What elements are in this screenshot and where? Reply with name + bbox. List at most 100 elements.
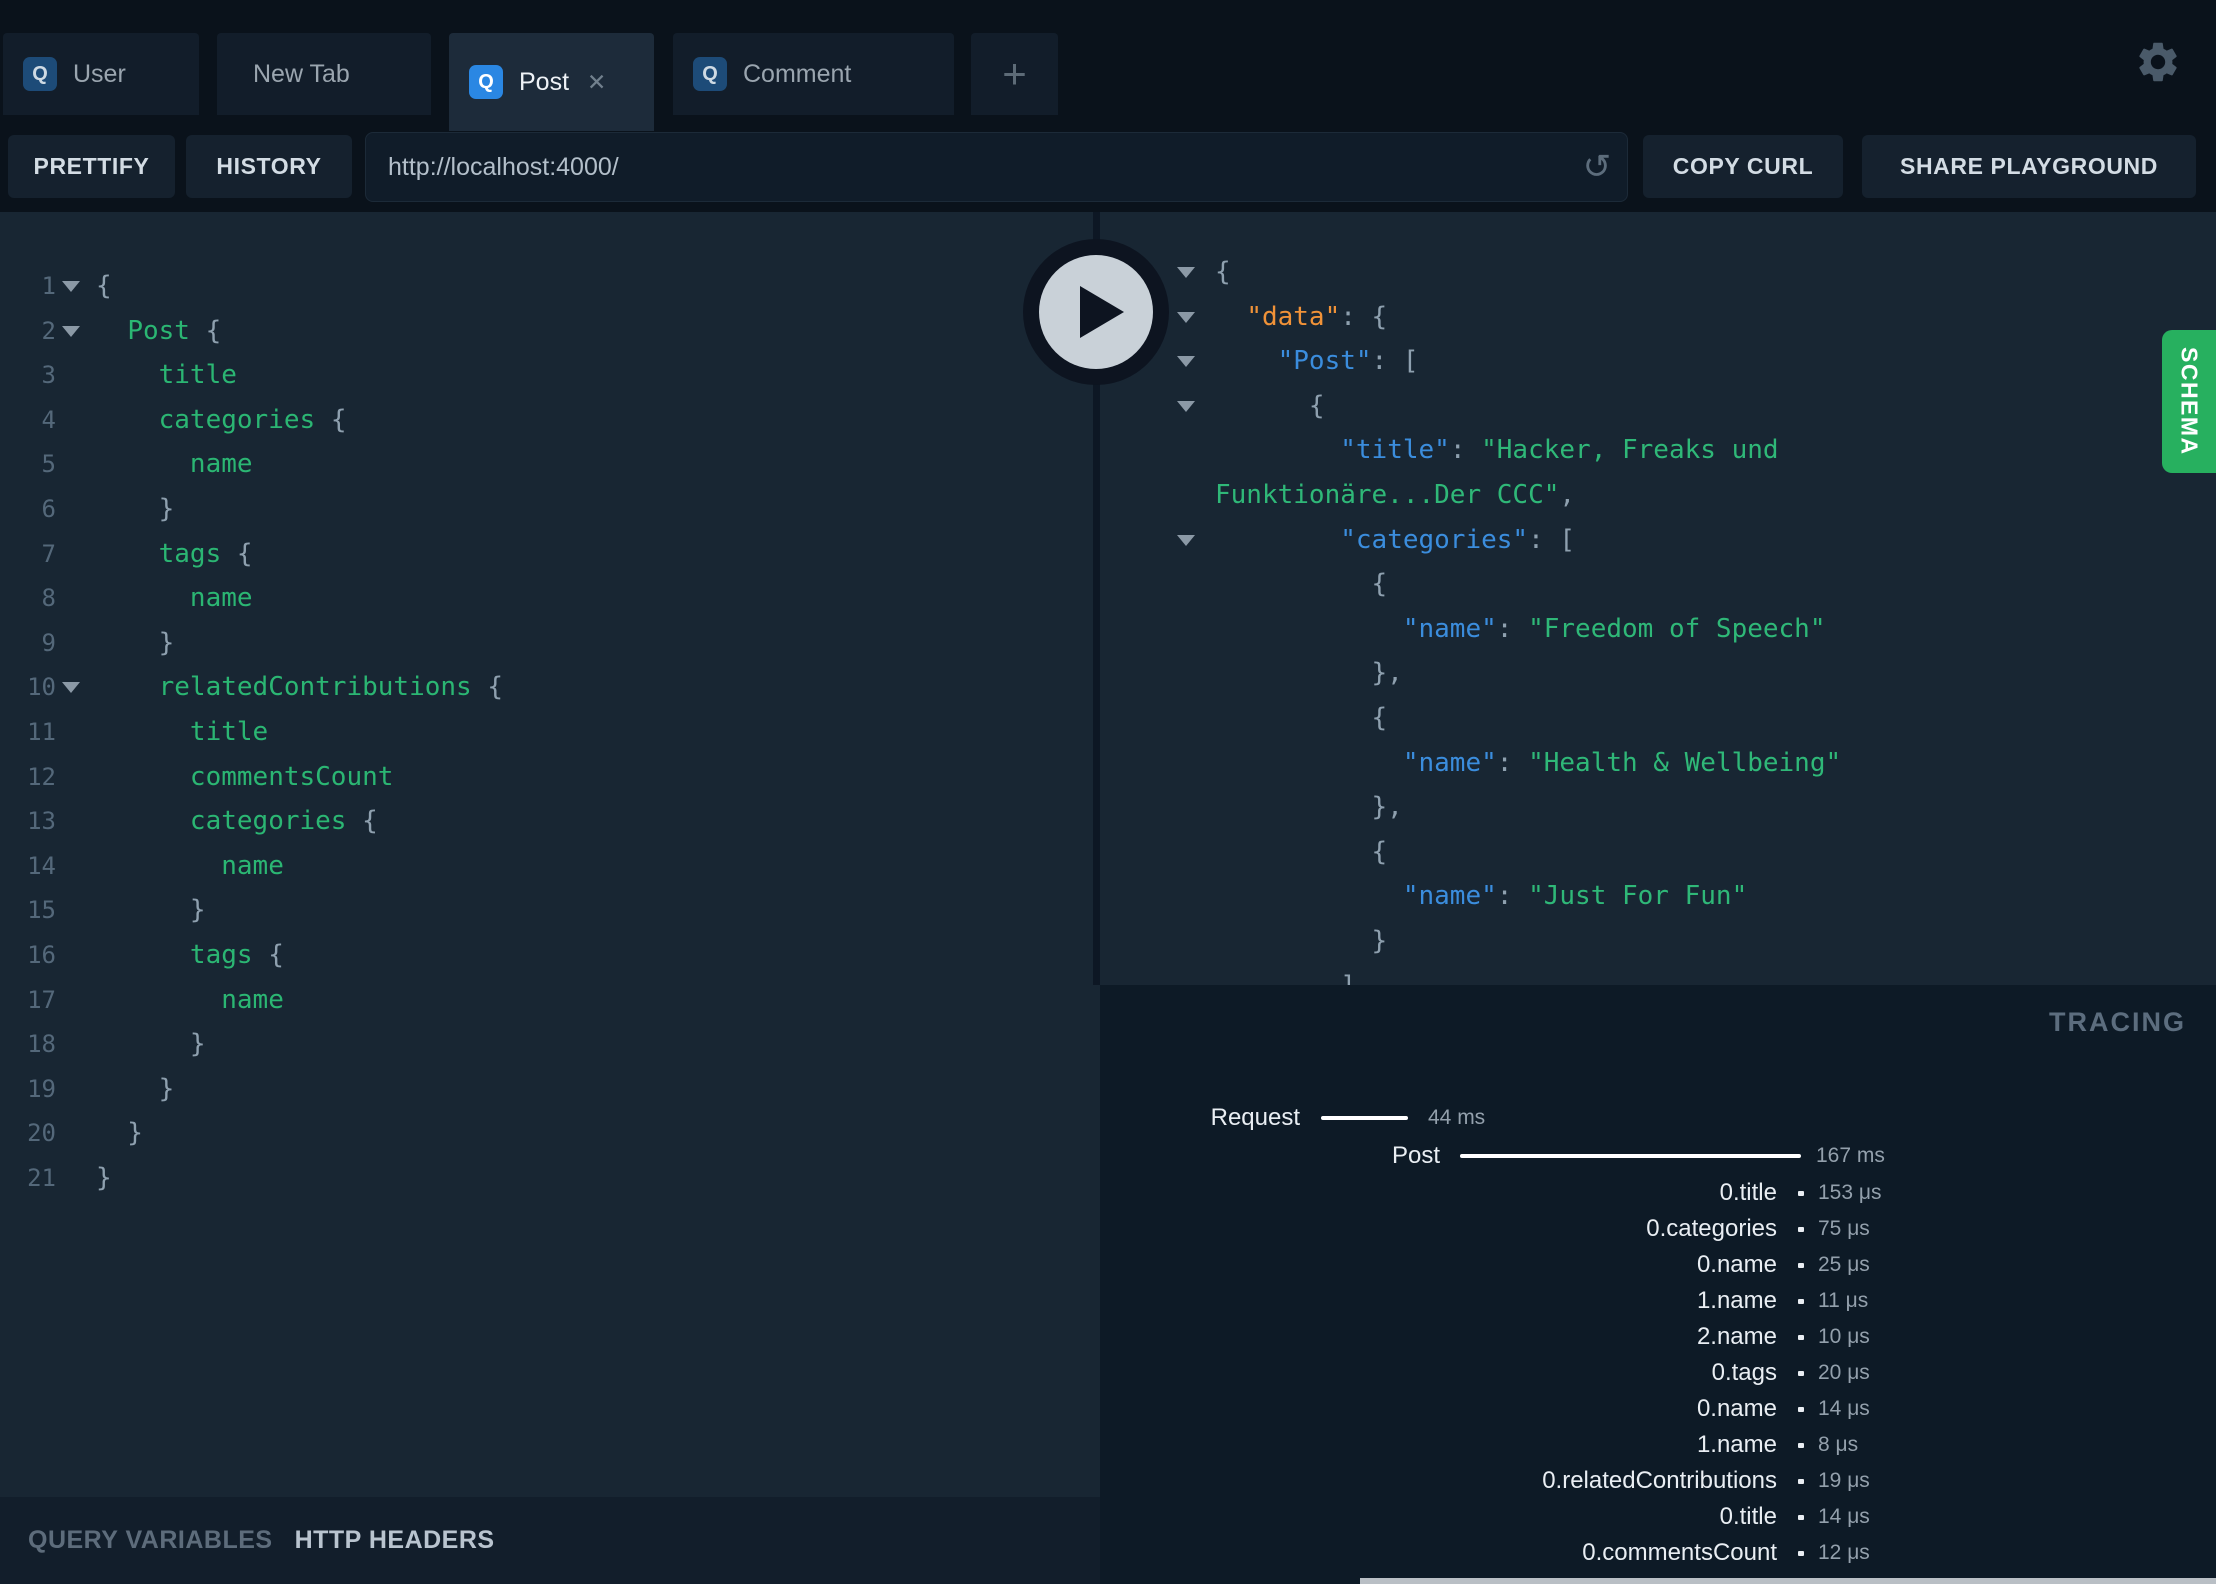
schema-side-tab[interactable]: SCHEMA xyxy=(2162,330,2216,473)
code-text: title xyxy=(189,716,269,747)
tracing-tick xyxy=(1798,1263,1804,1268)
response-line: Funktionäre...Der CCC", xyxy=(1100,473,2216,518)
line-number: 13 xyxy=(27,807,56,836)
variables-bar: QUERY VARIABLES HTTP HEADERS xyxy=(0,1497,1100,1584)
editor-line[interactable]: 16 tags { xyxy=(0,933,1100,978)
tracing-row-label: 1.name xyxy=(1696,1287,1777,1314)
fold-arrow-icon[interactable] xyxy=(1177,534,1195,546)
code-text: "title": "Hacker, Freaks und xyxy=(1340,435,1779,466)
history-button[interactable]: HISTORY xyxy=(186,135,352,198)
tracing-row-duration: 14 μs xyxy=(1818,1397,1870,1420)
tab-user[interactable]: Q User xyxy=(3,33,199,115)
tracing-scrollbar[interactable] xyxy=(1360,1578,2216,1584)
prettify-button[interactable]: PRETTIFY xyxy=(8,135,175,198)
code-text: Post { xyxy=(127,315,222,346)
line-number: 5 xyxy=(41,450,56,479)
editor-line[interactable]: 7 tags { xyxy=(0,532,1100,577)
tracing-row: 2.name 10 μs xyxy=(1100,1319,2216,1355)
http-headers-tab[interactable]: HTTP HEADERS xyxy=(295,1526,495,1555)
line-number: 6 xyxy=(41,494,56,523)
fold-arrow-icon[interactable] xyxy=(1177,311,1195,323)
code-text: name xyxy=(221,850,284,881)
editor-line[interactable]: 6 } xyxy=(0,487,1100,532)
editor-line[interactable]: 9 } xyxy=(0,621,1100,666)
line-number: 10 xyxy=(27,673,56,702)
editor-line[interactable]: 3 title xyxy=(0,353,1100,398)
code-text: } xyxy=(96,1073,175,1104)
tracing-row: Request 44 ms xyxy=(1100,1100,2216,1136)
tracing-panel: TRACING Request 44 ms Post 167 ms 0.title 153… xyxy=(1100,985,2216,1584)
tracing-duration-bar xyxy=(1460,1154,1801,1158)
new-tab-button[interactable]: + xyxy=(971,33,1058,115)
close-tab-icon[interactable]: ✕ xyxy=(587,69,606,96)
editor-line[interactable]: 11 title xyxy=(0,710,1100,755)
editor-line[interactable]: 2 Post { xyxy=(0,309,1100,354)
reload-schema-icon[interactable]: ↺ xyxy=(1567,147,1627,187)
line-number: 20 xyxy=(27,1119,56,1148)
line-number: 19 xyxy=(27,1074,56,1103)
fold-arrow-icon[interactable] xyxy=(1177,356,1195,368)
response-line: { xyxy=(1100,384,2216,429)
fold-arrow-icon[interactable] xyxy=(62,325,80,337)
tracing-row-label: 1.name xyxy=(1696,1431,1777,1458)
endpoint-url-input[interactable] xyxy=(366,152,1567,182)
tracing-row: 0.commentsCount 12 μs xyxy=(1100,1535,2216,1571)
editor-line[interactable]: 19 } xyxy=(0,1067,1100,1112)
play-icon xyxy=(1039,255,1153,369)
tracing-row: 1.name 8 μs xyxy=(1100,1427,2216,1463)
editor-line[interactable]: 13 categories { xyxy=(0,799,1100,844)
code-text: name xyxy=(189,449,253,480)
fold-arrow-icon[interactable] xyxy=(1177,400,1195,412)
tracing-duration-bar xyxy=(1321,1116,1408,1120)
editor-line[interactable]: 21} xyxy=(0,1156,1100,1201)
response-line: "name": "Health & Wellbeing" xyxy=(1100,741,2216,786)
code-text: commentsCount xyxy=(189,761,394,792)
tracing-row: 1.name 11 μs xyxy=(1100,1283,2216,1319)
editor-line[interactable]: 5 name xyxy=(0,442,1100,487)
query-variables-tab[interactable]: QUERY VARIABLES xyxy=(28,1526,273,1555)
line-number: 4 xyxy=(41,405,56,434)
tab-new-tab[interactable]: New Tab xyxy=(217,33,431,115)
tab-comment[interactable]: Q Comment xyxy=(673,33,954,115)
tracing-row-duration: 167 ms xyxy=(1816,1144,1885,1167)
tab-post[interactable]: Q Post ✕ xyxy=(449,33,654,131)
copy-curl-button[interactable]: COPY CURL xyxy=(1643,135,1843,198)
tracing-row: 0.title 14 μs xyxy=(1100,1499,2216,1535)
tracing-row: 0.name 25 μs xyxy=(1100,1247,2216,1283)
query-editor-pane[interactable]: 1{2 Post {3 title 4 categories {5 name 6 }… xyxy=(0,212,1100,1497)
fold-arrow-icon[interactable] xyxy=(62,682,80,694)
tracing-row-duration: 10 μs xyxy=(1818,1325,1870,1348)
editor-line[interactable]: 20 } xyxy=(0,1111,1100,1156)
editor-line[interactable]: 1{ xyxy=(0,264,1100,309)
line-number: 14 xyxy=(27,851,56,880)
tracing-row: 0.title 153 μs xyxy=(1100,1175,2216,1211)
toolbar: PRETTIFY HISTORY ↺ COPY CURL SHARE PLAYG… xyxy=(0,131,2216,212)
editor-line[interactable]: 17 name xyxy=(0,978,1100,1023)
execute-query-button[interactable] xyxy=(1023,239,1169,385)
response-line: "name": "Freedom of Speech" xyxy=(1100,607,2216,652)
response-pane: { "data": { "Post": [ { "title": "Hacker… xyxy=(1100,212,2216,985)
code-text: tags { xyxy=(189,939,284,970)
tracing-tick xyxy=(1798,1299,1804,1304)
share-playground-button[interactable]: SHARE PLAYGROUND xyxy=(1862,135,2196,198)
gear-icon[interactable] xyxy=(2134,38,2182,86)
editor-line[interactable]: 12 commentsCount xyxy=(0,755,1100,800)
fold-arrow-icon[interactable] xyxy=(1177,267,1195,278)
response-line: "data": { xyxy=(1100,295,2216,340)
fold-arrow-icon[interactable] xyxy=(62,281,80,292)
code-text: }, xyxy=(1215,792,1403,823)
response-line: "name": "Just For Fun" xyxy=(1100,874,2216,919)
tab-label: User xyxy=(73,59,126,88)
code-text: } xyxy=(96,1118,143,1149)
editor-line[interactable]: 4 categories { xyxy=(0,398,1100,443)
response-line: { xyxy=(1100,250,2216,295)
tracing-tick xyxy=(1798,1407,1804,1412)
editor-line[interactable]: 15 } xyxy=(0,888,1100,933)
editor-line[interactable]: 10 relatedContributions { xyxy=(0,665,1100,710)
editor-line[interactable]: 14 name xyxy=(0,844,1100,889)
editor-line[interactable]: 18 } xyxy=(0,1022,1100,1067)
response-line: "Post": [ xyxy=(1100,339,2216,384)
editor-line[interactable]: 8 name xyxy=(0,576,1100,621)
tracing-row: 0.tags 20 μs xyxy=(1100,1355,2216,1391)
graphql-playground-window: Q User New Tab Q Post ✕ Q Comment + PRETTIFY HI… xyxy=(0,0,2216,1584)
